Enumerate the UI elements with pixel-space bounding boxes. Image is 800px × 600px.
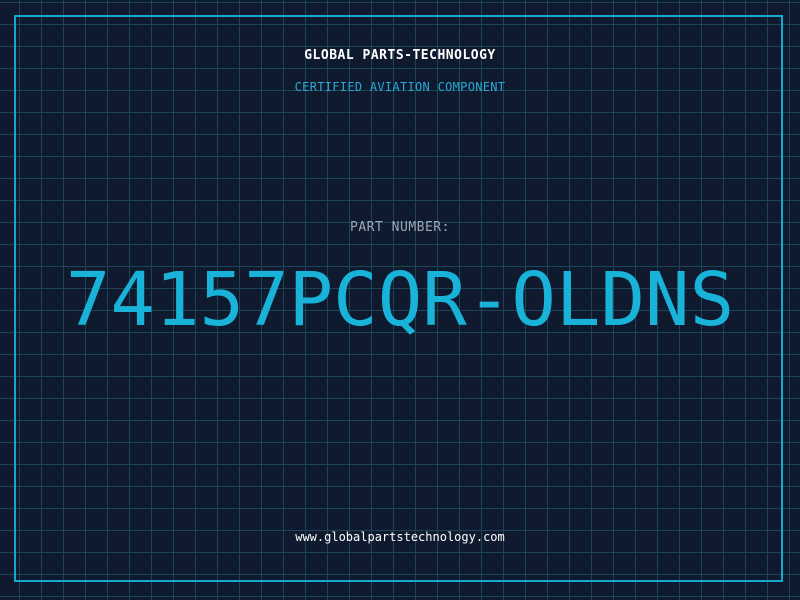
company-name: GLOBAL PARTS-TECHNOLOGY [304,48,496,63]
part-number-label: PART NUMBER: [350,220,450,235]
certification-label: CERTIFIED AVIATION COMPONENT [294,80,506,94]
part-number: 74157PCQR-OLDNS [65,257,735,343]
website-url: www.globalpartstechnology.com [295,530,505,544]
